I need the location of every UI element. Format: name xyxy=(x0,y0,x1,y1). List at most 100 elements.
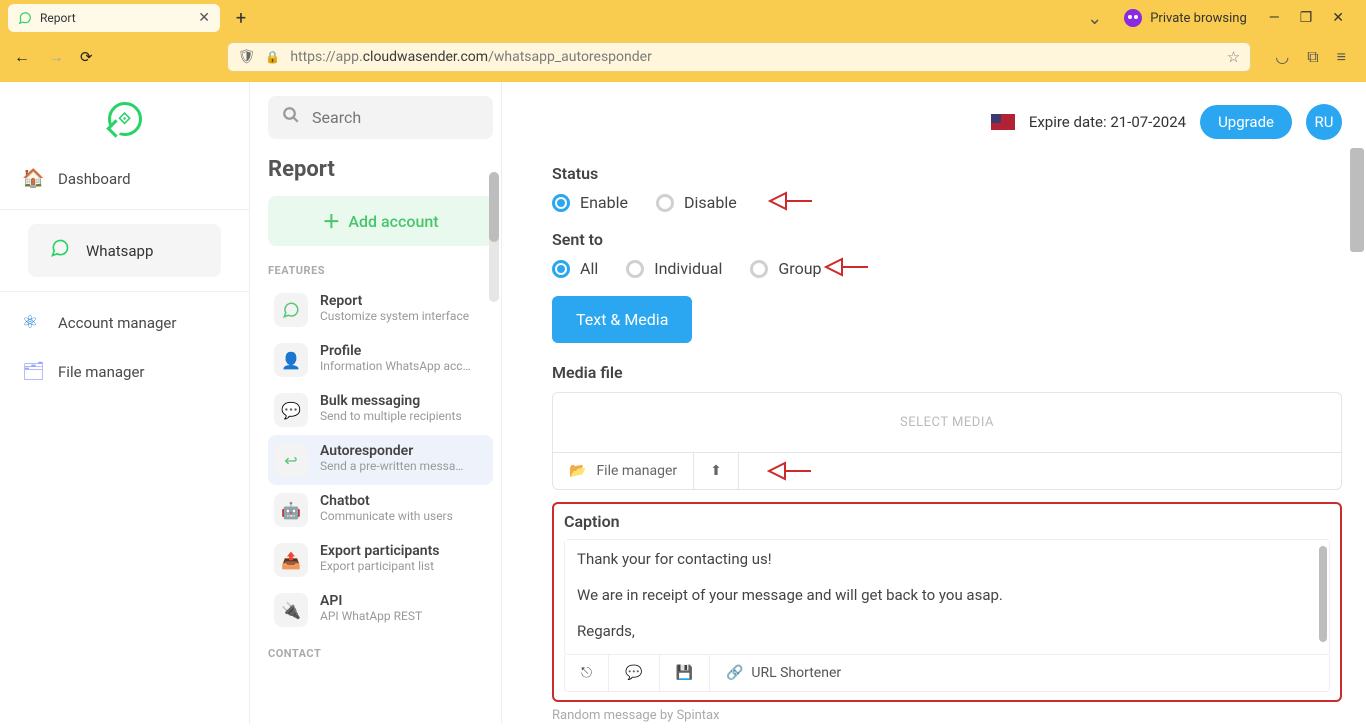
tool-save-button[interactable]: 💾 xyxy=(660,655,710,691)
radio-label: Disable xyxy=(684,193,737,212)
minimize-button[interactable]: ― xyxy=(1269,10,1280,26)
robot-icon: 🤖 xyxy=(274,493,308,527)
feature-title: Chatbot xyxy=(320,493,453,509)
feature-item-chatbot[interactable]: 🤖 Chatbot Communicate with users xyxy=(268,485,493,535)
search-input-wrap[interactable] xyxy=(268,96,493,139)
radio-label: Group xyxy=(778,259,821,278)
feature-subtitle: API WhatApp REST xyxy=(320,609,422,623)
feature-item-report[interactable]: Report Customize system interface xyxy=(268,285,493,335)
tool-chat-button[interactable]: 💬 xyxy=(609,655,659,691)
sidebar-item-file-manager[interactable]: 🗂 File manager xyxy=(0,347,249,396)
reload-button[interactable]: ⟳ xyxy=(80,48,93,66)
spintax-note: Random message by Spintax xyxy=(552,708,1342,723)
feature-item-bulk-messaging[interactable]: 💬 Bulk messaging Send to multiple recipi… xyxy=(268,385,493,435)
address-bar[interactable]: 🛡 🔒 https://app.cloudwasender.com/whatsa… xyxy=(227,42,1252,72)
folder-open-icon: 📂 xyxy=(569,463,586,479)
file-manager-button[interactable]: 📂 File manager xyxy=(553,453,694,489)
sidebar-item-label: Dashboard xyxy=(58,170,131,188)
feature-title: Autoresponder xyxy=(320,443,463,459)
feature-title: API xyxy=(320,593,422,609)
annotation-arrow xyxy=(768,189,812,213)
feature-subtitle: Send to multiple recipients xyxy=(320,409,462,423)
sidebar-item-account-manager[interactable]: ⚛ Account manager xyxy=(0,298,249,347)
radio-label: All xyxy=(580,259,598,278)
panel-title: Report xyxy=(268,157,493,182)
url-shortener-button[interactable]: 🔗 URL Shortener xyxy=(710,655,857,691)
radio-sentto-group[interactable]: Group xyxy=(750,259,821,278)
annotation-arrow xyxy=(767,459,811,483)
feature-title: Report xyxy=(320,293,469,309)
select-media-dropzone[interactable]: SELECT MEDIA xyxy=(552,392,1342,453)
file-manager-label: File manager xyxy=(596,463,677,479)
upload-button[interactable]: ⬆ xyxy=(694,453,739,489)
flag-us-icon[interactable] xyxy=(991,114,1015,130)
bookmark-star-icon[interactable]: ☆ xyxy=(1227,48,1240,66)
sidebar-item-whatsapp[interactable]: Whatsapp xyxy=(28,224,221,277)
avatar[interactable]: RU xyxy=(1306,104,1342,140)
restore-button[interactable]: ❐ xyxy=(1300,10,1313,26)
app-logo[interactable]: ⟐ xyxy=(0,92,249,154)
feature-subtitle: Customize system interface xyxy=(320,309,469,323)
sidebar-item-label: File manager xyxy=(58,363,144,381)
contact-heading: CONTACT xyxy=(268,647,493,660)
annotation-arrow xyxy=(824,255,868,279)
browser-chrome: Report ✕ + ⌄ Private browsing ― ❐ ✕ ← → … xyxy=(0,0,1366,82)
status-label: Status xyxy=(552,164,1342,183)
scrollbar-thumb[interactable] xyxy=(1319,546,1327,642)
plus-icon: ＋ xyxy=(322,208,340,234)
link-icon: 🔗 xyxy=(726,665,743,681)
back-button[interactable]: ← xyxy=(12,47,32,67)
lock-icon[interactable]: 🔒 xyxy=(265,50,280,64)
tool-template-button[interactable]: ⎋ xyxy=(565,655,609,691)
app-root: ⟐ 🏠 Dashboard Whatsapp ⚛ Account manager… xyxy=(0,82,1366,724)
sidebar-item-label: Account manager xyxy=(58,314,176,332)
radio-status-enable[interactable]: Enable xyxy=(552,193,628,212)
text-media-button[interactable]: Text & Media xyxy=(552,296,692,343)
close-icon[interactable]: ✕ xyxy=(198,10,210,26)
topbar: Expire date: 21-07-2024 Upgrade RU xyxy=(502,82,1366,150)
sidebar-item-dashboard[interactable]: 🏠 Dashboard xyxy=(0,154,249,203)
shield-icon[interactable]: 🛡 xyxy=(238,49,256,65)
plug-icon: 🔌 xyxy=(274,593,308,627)
add-account-label: Add account xyxy=(348,212,438,231)
menu-icon[interactable]: ≡ xyxy=(1337,47,1346,67)
radio-sentto-individual[interactable]: Individual xyxy=(626,259,722,278)
add-account-button[interactable]: ＋ Add account xyxy=(268,196,493,246)
expire-text: Expire date: 21-07-2024 xyxy=(1029,113,1186,131)
upload-icon: ⬆ xyxy=(710,463,722,479)
mask-icon xyxy=(1124,9,1142,27)
new-tab-button[interactable]: + xyxy=(228,5,254,31)
form-content: Status Enable Disable Sent to xyxy=(502,150,1366,724)
radio-status-disable[interactable]: Disable xyxy=(656,193,737,212)
search-input[interactable] xyxy=(312,108,479,127)
radio-label: Enable xyxy=(580,193,628,212)
scrollbar-thumb[interactable] xyxy=(1350,148,1364,252)
sentto-label: Sent to xyxy=(552,230,1342,249)
feature-subtitle: Send a pre-written messa… xyxy=(320,459,463,473)
main-content: Expire date: 21-07-2024 Upgrade RU Statu… xyxy=(502,82,1366,724)
feature-item-api[interactable]: 🔌 API API WhatApp REST xyxy=(268,585,493,635)
caption-textarea[interactable] xyxy=(565,540,1329,650)
extensions-icon[interactable]: ⧉ xyxy=(1307,47,1318,67)
feature-item-autoresponder[interactable]: ↩ Autoresponder Send a pre-written messa… xyxy=(268,435,493,485)
caption-section-highlighted: Caption ⎋ 💬 💾 🔗 URL Shortener xyxy=(552,502,1342,702)
upgrade-button[interactable]: Upgrade xyxy=(1200,105,1292,139)
chevron-down-icon[interactable]: ⌄ xyxy=(1087,8,1102,29)
close-window-button[interactable]: ✕ xyxy=(1332,10,1344,26)
sidebar-item-label: Whatsapp xyxy=(86,242,153,260)
forward-button[interactable]: → xyxy=(46,47,66,67)
feature-item-export-participants[interactable]: 📤 Export participants Export participant… xyxy=(268,535,493,585)
address-bar-row: ← → ⟳ 🛡 🔒 https://app.cloudwasender.com/… xyxy=(0,36,1366,82)
feature-title: Export participants xyxy=(320,543,440,559)
whatsapp-icon xyxy=(274,293,308,327)
whatsapp-icon xyxy=(50,238,72,263)
radio-label: Individual xyxy=(654,259,722,278)
pocket-icon[interactable]: ◡ xyxy=(1275,47,1289,67)
feature-title: Bulk messaging xyxy=(320,393,462,409)
url-shortener-label: URL Shortener xyxy=(751,665,841,681)
scrollbar-thumb[interactable] xyxy=(489,172,499,242)
radio-sentto-all[interactable]: All xyxy=(552,259,598,278)
feature-item-profile[interactable]: 👤 Profile Information WhatsApp acc… xyxy=(268,335,493,385)
browser-tab[interactable]: Report ✕ xyxy=(8,4,220,32)
feature-subtitle: Communicate with users xyxy=(320,509,453,523)
